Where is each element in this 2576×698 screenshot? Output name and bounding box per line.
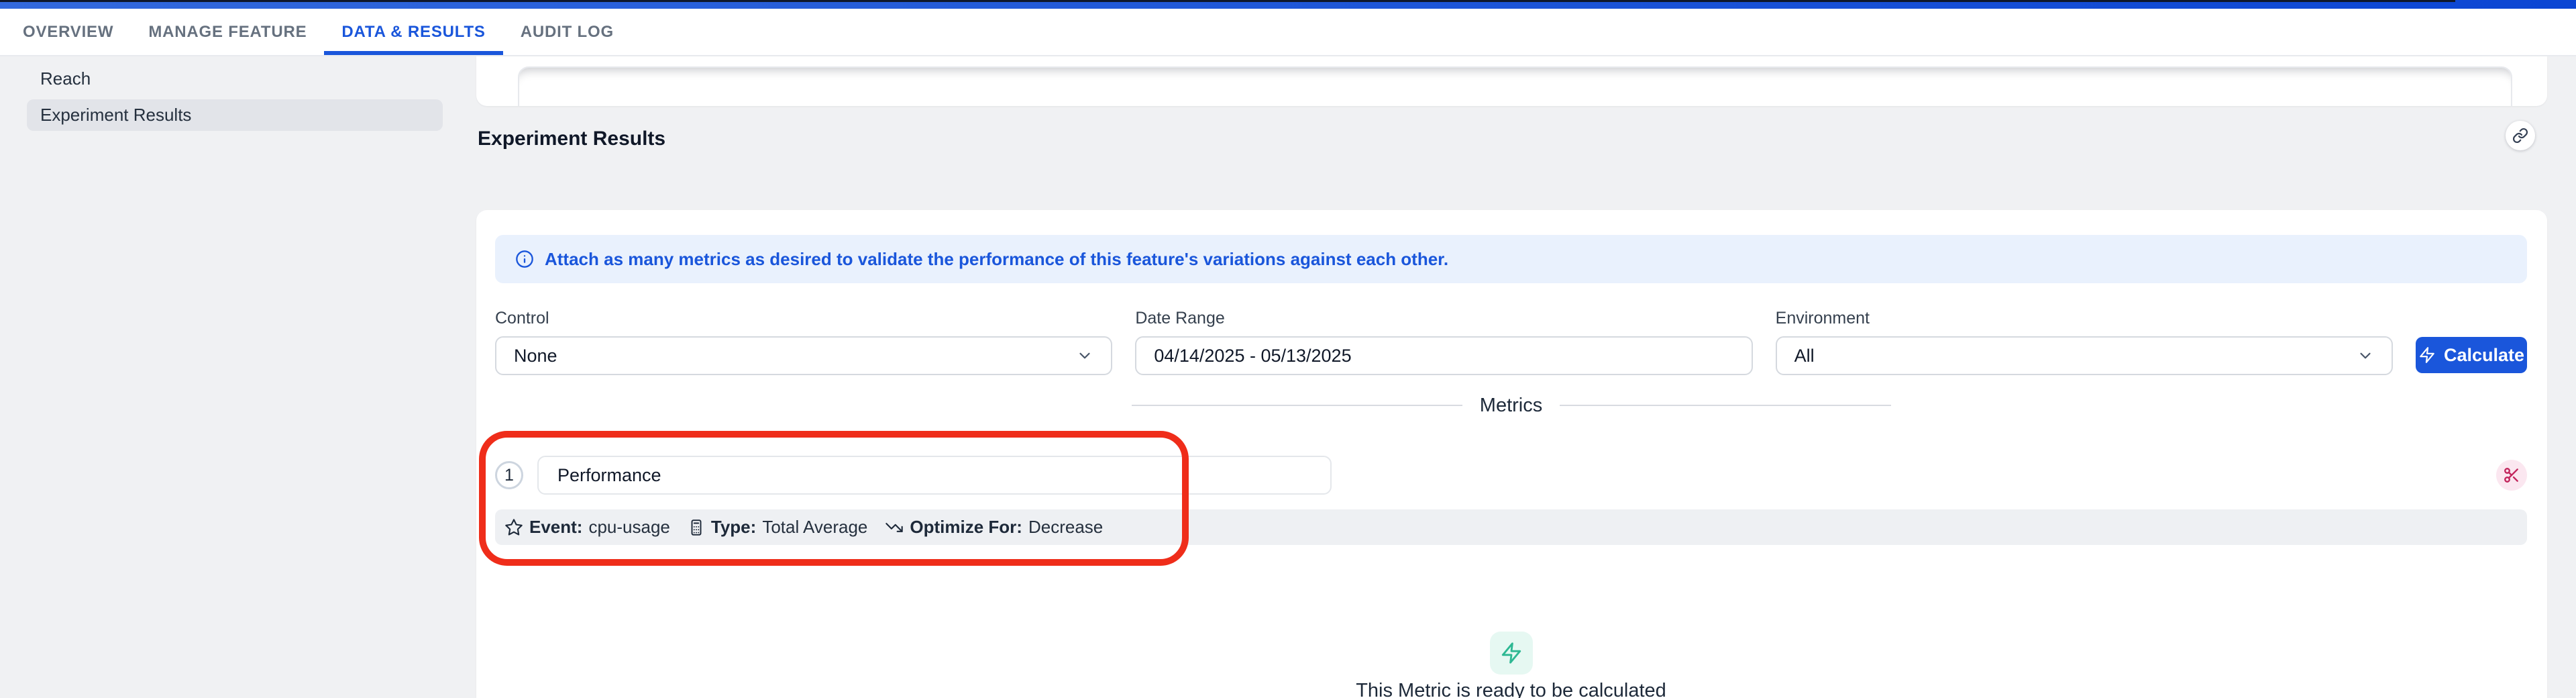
metrics-info-banner: Attach as many metrics as desired to val… [495,235,2527,283]
date-range-value: 04/14/2025 - 05/13/2025 [1154,346,1351,366]
sidebar-item-experiment-results[interactable]: Experiment Results [27,99,443,131]
type-value: Total Average [762,517,867,538]
section-header: Experiment Results [476,106,2547,210]
page-title: Experiment Results [478,128,665,150]
calculate-button[interactable]: Calculate [2416,337,2527,373]
tab-data-and-results[interactable]: DATA & RESULTS [324,9,502,55]
environment-select-value: All [1794,346,1815,366]
filter-row: Control None Date Range 04/14/2025 - 05/… [495,309,2527,375]
experiment-results-card: Attach as many metrics as desired to val… [476,210,2547,698]
zap-icon [2418,346,2436,364]
divider-line [1560,405,1890,406]
remove-metric-button[interactable] [2496,460,2527,491]
banner-text: Attach as many metrics as desired to val… [545,249,1448,270]
scrolled-previous-card [476,56,2547,106]
metric-ready-text: This Metric is ready to be calculated [495,680,2527,698]
zap-icon [1490,632,1533,675]
date-range-input[interactable]: 04/14/2025 - 05/13/2025 [1135,336,1752,375]
metric-ready-state: This Metric is ready to be calculated [495,632,2527,698]
tab-audit-log[interactable]: AUDIT LOG [503,9,631,55]
environment-select[interactable]: All [1776,336,2393,375]
control-select[interactable]: None [495,336,1112,375]
chevron-down-icon [1076,347,1093,364]
date-range-label: Date Range [1135,309,1752,328]
type-label: Type: [711,517,756,538]
link-icon [2512,128,2528,144]
chevron-down-icon [2357,347,2374,364]
control-select-value: None [514,346,557,366]
tab-overview[interactable]: OVERVIEW [5,9,131,55]
divider-line [1132,405,1462,406]
metric-summary-bar: Event: cpu-usage Type: Total Average [495,509,2527,545]
sidebar-item-reach[interactable]: Reach [27,63,443,95]
event-value: cpu-usage [588,517,669,538]
environment-field: Environment All [1776,309,2393,375]
calculate-button-label: Calculate [2444,345,2524,366]
top-progress-bar [0,0,2576,9]
metric-name-row: 1 [495,456,2527,495]
event-label: Event: [529,517,582,538]
scrolled-previous-card-inner [518,66,2512,106]
metrics-divider: Metrics [1132,394,1891,417]
metric-type-group: Type: Total Average [688,517,868,538]
optimize-for-label: Optimize For: [910,517,1022,538]
environment-label: Environment [1776,309,2393,328]
top-progress-bar-track [0,0,2455,2]
metric-index-badge: 1 [495,461,523,489]
metric-event-group: Event: cpu-usage [504,517,670,538]
copy-link-button[interactable] [2506,121,2535,150]
metrics-divider-label: Metrics [1480,395,1542,417]
results-sidebar: Reach Experiment Results [27,63,443,136]
red-annotation-circle [479,431,1189,566]
feature-tab-bar: OVERVIEW MANAGE FEATURE DATA & RESULTS A… [0,9,2576,56]
star-icon [504,518,523,537]
optimize-for-value: Decrease [1028,517,1103,538]
info-icon [515,250,534,268]
metric-item: 1 Event: cpu-usage [495,456,2527,545]
calculator-icon [688,519,705,536]
metric-optimize-group: Optimize For: Decrease [885,517,1103,538]
trending-down-icon [885,518,904,537]
scissors-icon [2503,466,2520,484]
metric-name-input[interactable] [537,456,1332,495]
tab-manage-feature[interactable]: MANAGE FEATURE [131,9,324,55]
date-range-field: Date Range 04/14/2025 - 05/13/2025 [1135,309,1752,375]
control-field: Control None [495,309,1112,375]
control-label: Control [495,309,1112,328]
